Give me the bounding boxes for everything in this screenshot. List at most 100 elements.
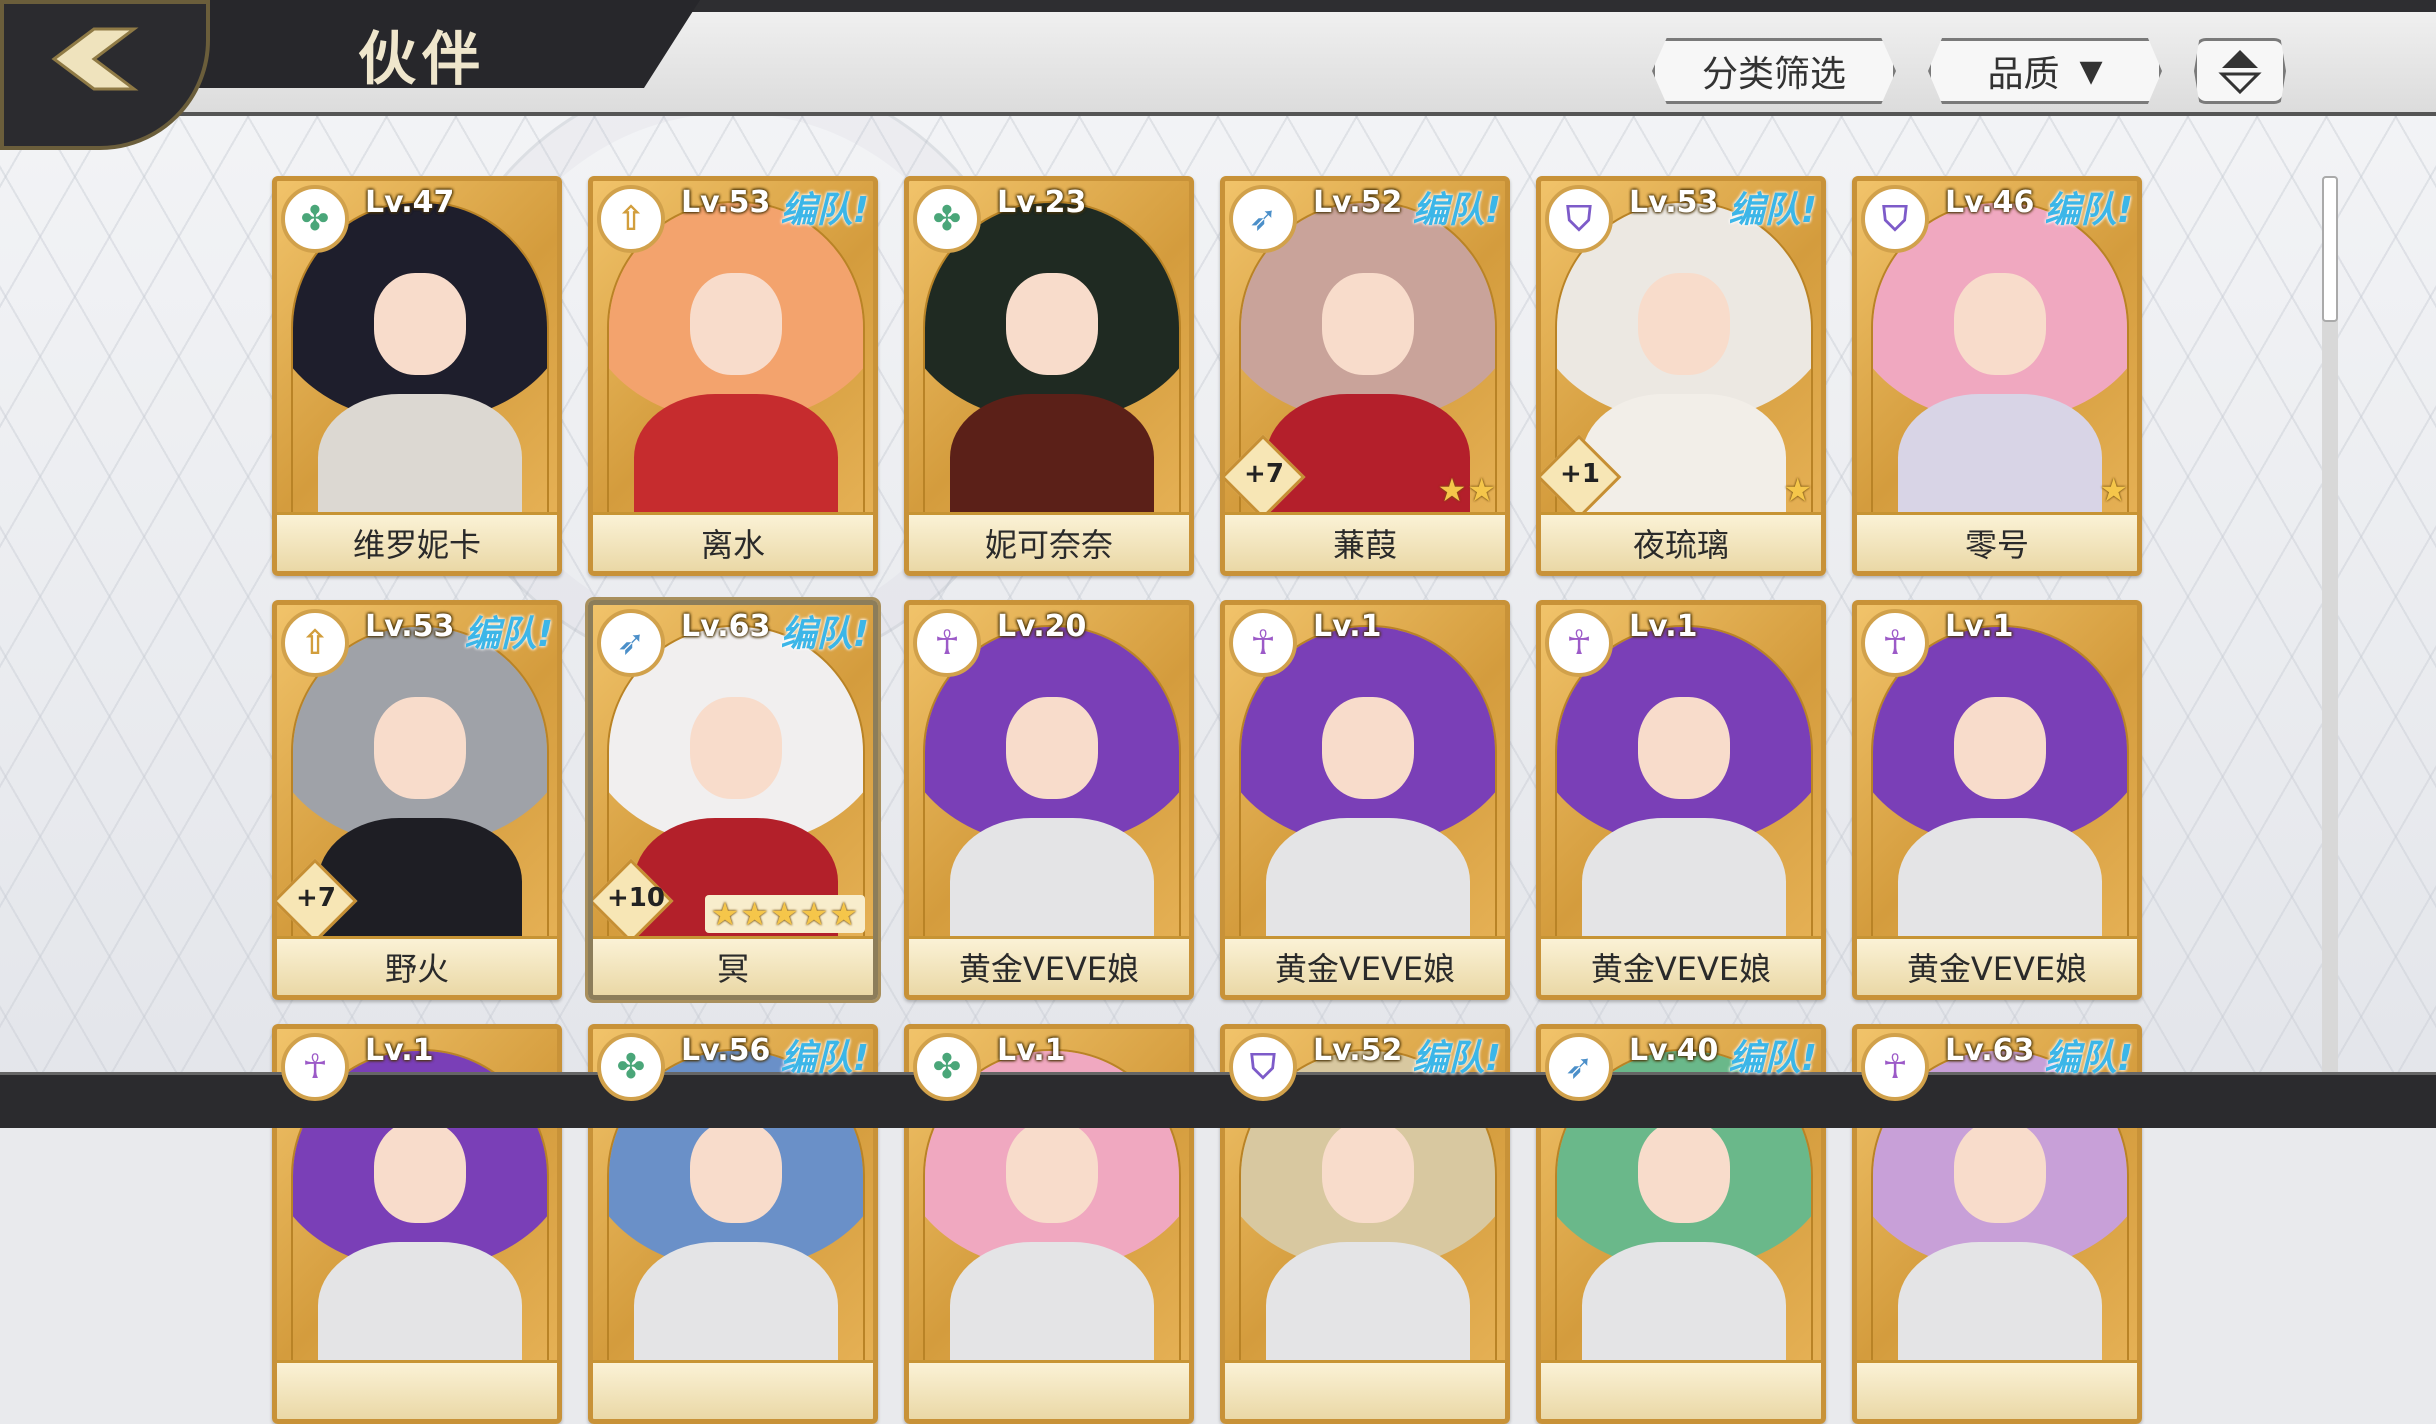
shield-icon: ⛉ — [1861, 185, 1929, 253]
portrait-outfit — [318, 817, 522, 945]
level-label: Lv.52 — [1313, 185, 1403, 220]
quality-dropdown-label: 品质 — [1987, 54, 2060, 95]
partner-card[interactable]: ☥ Lv.1 黄金VEVE娘 — [1852, 600, 2142, 1000]
clover-icon: ✤ — [281, 185, 349, 253]
partner-card[interactable]: ⇧ Lv.53 编队! 离水 — [588, 176, 878, 576]
character-name: 黄金VEVE娘 — [909, 936, 1189, 995]
level-label: Lv.47 — [365, 185, 455, 220]
portrait-face — [1322, 696, 1414, 799]
bow-icon: ➶ — [1229, 185, 1297, 253]
level-label: Lv.23 — [997, 185, 1087, 220]
character-name: 黄金VEVE娘 — [1541, 936, 1821, 995]
partner-card[interactable]: ☥ Lv.1 黄金VEVE娘 — [1536, 600, 1826, 1000]
sort-order-button[interactable] — [2194, 38, 2286, 104]
sword-icon: ⇧ — [597, 185, 665, 253]
chevron-down-icon: ▼ — [2079, 53, 2103, 89]
star-rating: ★★★★★ — [704, 895, 865, 933]
ankh-icon: ☥ — [1545, 609, 1613, 677]
portrait-outfit — [634, 1241, 838, 1369]
portrait-outfit — [1898, 817, 2102, 945]
ankh-icon: ☥ — [1861, 609, 1929, 677]
character-name: 夜琉璃 — [1541, 512, 1821, 571]
level-label: Lv.1 — [1313, 609, 1382, 644]
portrait-outfit — [634, 393, 838, 521]
portrait-outfit — [1898, 393, 2102, 521]
portrait-face — [1638, 1120, 1730, 1223]
scrollbar-thumb[interactable] — [2322, 176, 2338, 322]
level-label: Lv.1 — [997, 1033, 1066, 1068]
partner-card[interactable]: ⛉ Lv.53 编队! +1 ★ 夜琉璃 — [1536, 176, 1826, 576]
portrait-outfit — [1266, 1241, 1470, 1369]
enhance-level: +10 — [607, 883, 665, 913]
portrait-face — [690, 1120, 782, 1223]
partner-card[interactable]: ☥ Lv.1 黄金VEVE娘 — [1220, 600, 1510, 1000]
clover-icon: ✤ — [913, 1033, 981, 1101]
portrait-face — [690, 272, 782, 375]
team-badge: 编队! — [780, 190, 869, 231]
sword-icon: ⇧ — [281, 609, 349, 677]
team-badge: 编队! — [1728, 190, 1817, 231]
partner-card[interactable]: ✤ Lv.47 维罗妮卡 — [272, 176, 562, 576]
level-label: Lv.1 — [365, 1033, 434, 1068]
character-name — [1225, 1360, 1505, 1419]
character-name — [1541, 1360, 1821, 1419]
portrait-outfit — [1582, 393, 1786, 521]
portrait-face — [1322, 272, 1414, 375]
portrait-face — [1322, 1120, 1414, 1223]
partner-card[interactable]: ➶ Lv.63 编队! +10 ★★★★★ 冥 — [588, 600, 878, 1000]
level-label: Lv.63 — [1945, 1033, 2035, 1068]
level-label: Lv.1 — [1945, 609, 2014, 644]
enhance-level: +7 — [1244, 459, 1284, 489]
level-label: Lv.46 — [1945, 185, 2035, 220]
portrait-outfit — [318, 1241, 522, 1369]
level-label: Lv.53 — [681, 185, 771, 220]
team-badge: 编队! — [464, 614, 553, 655]
top-bar: 伙伴 分类筛选 品质 ▼ — [0, 0, 2436, 116]
level-label: Lv.56 — [681, 1033, 771, 1068]
ankh-icon: ☥ — [1861, 1033, 1929, 1101]
filter-button-label: 分类筛选 — [1701, 54, 1846, 95]
team-badge: 编队! — [1412, 1038, 1501, 1079]
portrait-outfit — [950, 817, 1154, 945]
shield-icon: ⛉ — [1545, 185, 1613, 253]
portrait-face — [1638, 272, 1730, 375]
portrait-outfit — [318, 393, 522, 521]
partner-card[interactable]: ⛉ Lv.46 编队! ★ 零号 — [1852, 176, 2142, 576]
character-name — [1857, 1360, 2137, 1419]
portrait-face — [1006, 696, 1098, 799]
portrait-face — [1006, 1120, 1098, 1223]
scrollbar[interactable] — [2322, 176, 2338, 1076]
team-badge: 编队! — [1728, 1038, 1817, 1079]
enhance-level: +1 — [1560, 459, 1600, 489]
star-rating: ★★ — [1437, 471, 1497, 509]
portrait-face — [1006, 272, 1098, 375]
portrait-face — [374, 1120, 466, 1223]
partner-card[interactable]: ✤ Lv.23 妮可奈奈 — [904, 176, 1194, 576]
partner-card[interactable]: ☥ Lv.20 黄金VEVE娘 — [904, 600, 1194, 1000]
team-badge: 编队! — [1412, 190, 1501, 231]
quality-dropdown[interactable]: 品质 ▼ — [1928, 38, 2162, 104]
level-label: Lv.1 — [1629, 609, 1698, 644]
portrait-face — [374, 272, 466, 375]
bow-icon: ➶ — [597, 609, 665, 677]
character-name — [593, 1360, 873, 1419]
level-label: Lv.40 — [1629, 1033, 1719, 1068]
character-name: 蒹葭 — [1225, 512, 1505, 571]
filter-button[interactable]: 分类筛选 — [1652, 38, 1896, 104]
team-badge: 编队! — [2044, 1038, 2133, 1079]
clover-icon: ✤ — [597, 1033, 665, 1101]
portrait-outfit — [1266, 817, 1470, 945]
star-rating: ★ — [1783, 471, 1813, 509]
partner-card[interactable]: ⇧ Lv.53 编队! +7 野火 — [272, 600, 562, 1000]
character-name: 维罗妮卡 — [277, 512, 557, 571]
clover-icon: ✤ — [913, 185, 981, 253]
page-title: 伙伴 — [358, 25, 487, 93]
character-name: 野火 — [277, 936, 557, 995]
ankh-icon: ☥ — [913, 609, 981, 677]
star-rating: ★ — [2099, 471, 2129, 509]
bow-icon: ➶ — [1545, 1033, 1613, 1101]
partner-card[interactable]: ➶ Lv.52 编队! +7 ★★ 蒹葭 — [1220, 176, 1510, 576]
portrait-face — [1638, 696, 1730, 799]
portrait-outfit — [950, 393, 1154, 521]
character-name: 黄金VEVE娘 — [1857, 936, 2137, 995]
